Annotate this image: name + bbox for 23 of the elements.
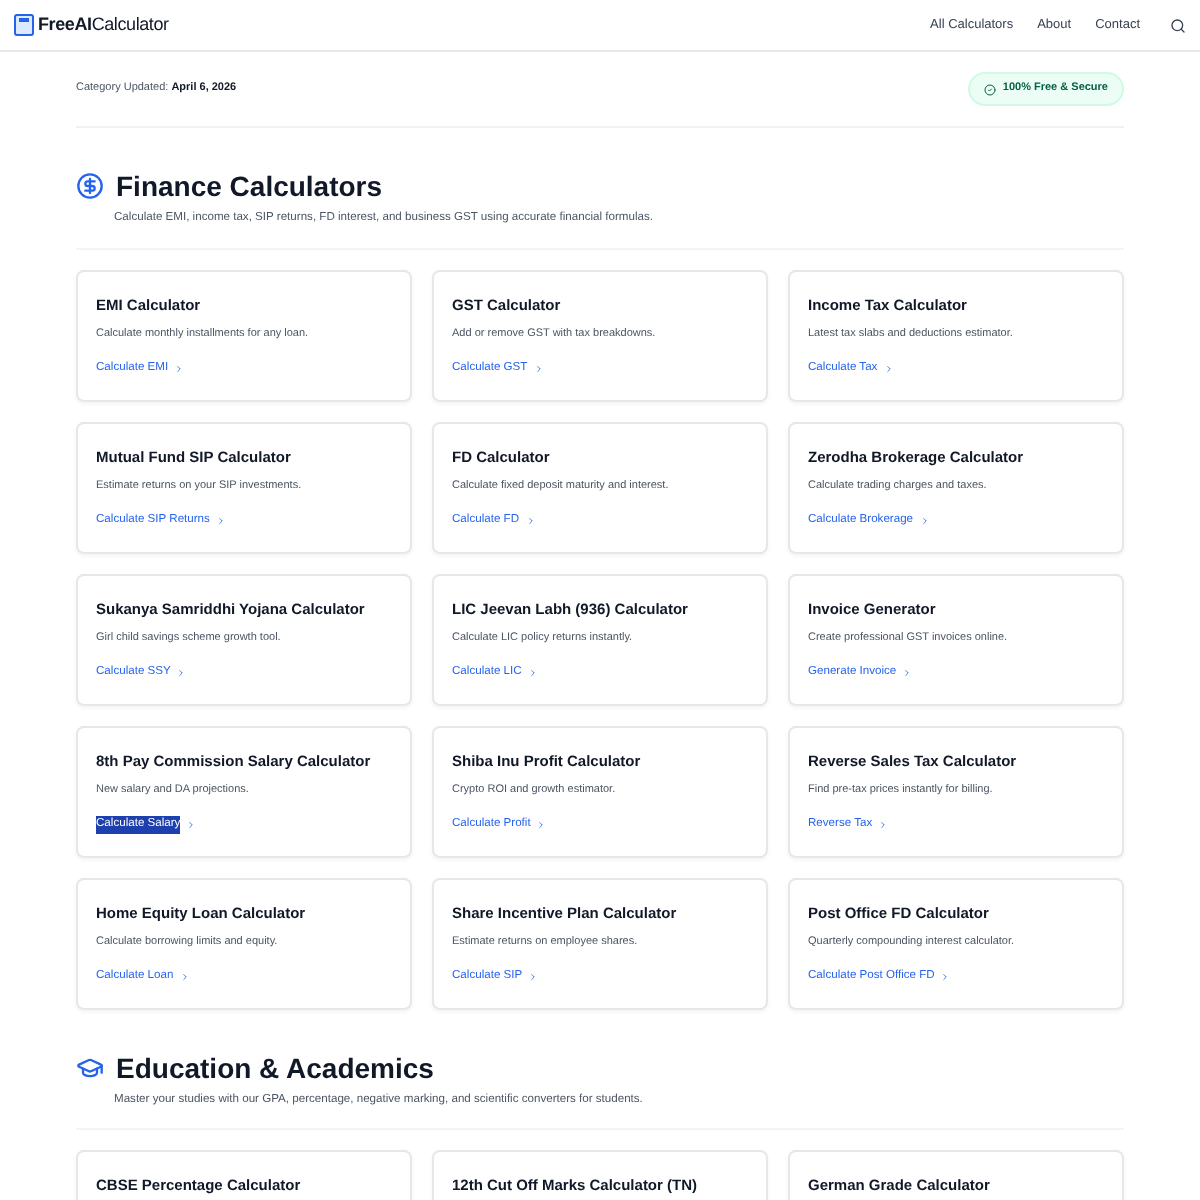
chevron-right-icon <box>919 515 930 526</box>
chevron-right-icon <box>536 819 547 830</box>
graduation-cap-icon <box>76 1053 104 1082</box>
chevron-right-icon <box>525 515 536 526</box>
chevron-right-icon <box>179 971 190 982</box>
chevron-right-icon <box>176 667 187 678</box>
dollar-icon <box>76 172 104 200</box>
section-heading: Education & Academics <box>116 1049 434 1086</box>
chevron-right-icon <box>215 515 226 526</box>
chevron-right-icon <box>527 667 538 678</box>
calculator-logo-icon <box>14 14 34 36</box>
site-logo-text[interactable]: FreeAICalculator <box>38 11 169 39</box>
chevron-right-icon <box>528 971 539 982</box>
chevron-right-icon <box>878 819 889 830</box>
chevron-right-icon <box>533 363 544 374</box>
section-heading: Finance Calculators <box>116 168 383 204</box>
check-circle-icon <box>984 83 997 95</box>
chevron-right-icon <box>186 819 197 830</box>
chevron-right-icon <box>883 363 894 374</box>
chevron-right-icon <box>174 363 185 374</box>
chevron-right-icon <box>940 971 951 982</box>
search-icon[interactable] <box>1170 17 1186 33</box>
chevron-right-icon <box>902 667 913 678</box>
